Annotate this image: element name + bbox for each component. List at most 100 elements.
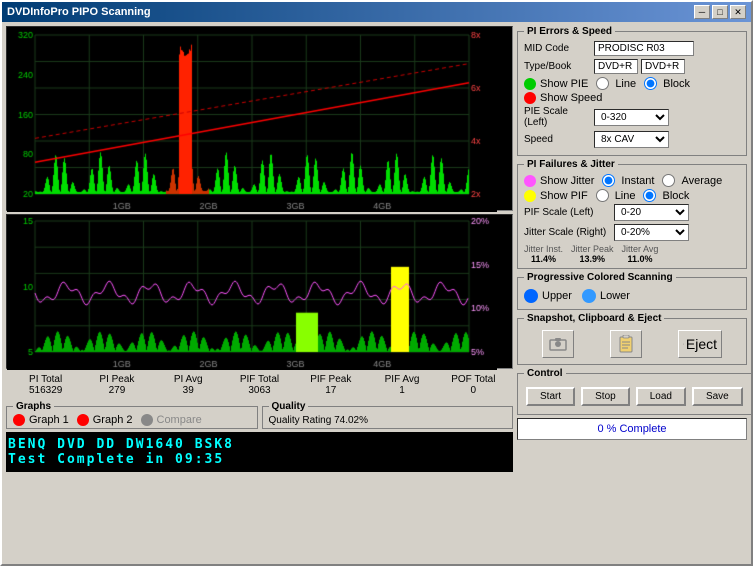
- totals-section: PI Total PI Peak PI Avg PIF Total PIF Pe…: [6, 372, 513, 398]
- graph2-label: Graph 2: [93, 414, 133, 426]
- graphs-legend: Graphs: [13, 401, 54, 412]
- jitter-peak-label: Jitter Peak: [571, 244, 614, 254]
- pif-scale-select[interactable]: 0-20: [614, 204, 689, 221]
- camera-icon: [549, 337, 567, 351]
- upper-label: Upper: [542, 290, 572, 302]
- jitter-average-label: Average: [681, 175, 722, 187]
- pi-failures-legend: PI Failures & Jitter: [524, 159, 618, 170]
- pi-failures-section: PI Failures & Jitter Show Jitter Instant…: [517, 159, 747, 269]
- lower-item: Lower: [582, 289, 630, 303]
- marquee-bar: BENQ DVD DD DW1640 BSK8 Test Complete in…: [6, 432, 513, 472]
- jitter-peak-stat: Jitter Peak 13.9%: [571, 244, 614, 264]
- total-value-5: 1: [366, 385, 437, 396]
- window-title: DVDInfoPro PIPO Scanning: [7, 6, 151, 18]
- total-label-2: PI Avg: [153, 374, 224, 385]
- show-jitter-label: Show Jitter: [540, 175, 594, 187]
- bottom-chart: [6, 214, 513, 369]
- jitter-instant-label: Instant: [621, 175, 654, 187]
- compare-label: Compare: [157, 414, 202, 426]
- pif-scale-label: PIF Scale (Left): [524, 207, 614, 218]
- jitter-average-radio[interactable]: [662, 174, 675, 187]
- pif-line-label: Line: [615, 190, 636, 202]
- bottom-chart-canvas: [7, 215, 497, 370]
- quality-rating: Quality Rating 74.02%: [269, 415, 369, 426]
- pif-line-radio[interactable]: [596, 189, 609, 202]
- total-value-3: 3063: [224, 385, 295, 396]
- total-value-1: 279: [81, 385, 152, 396]
- title-bar: DVDInfoPro PIPO Scanning ─ □ ✕: [2, 2, 751, 22]
- type-book-row: Type/Book DVD+R DVD+R: [524, 59, 740, 74]
- jitter-scale-label: Jitter Scale (Right): [524, 227, 614, 238]
- jitter-inst-stat: Jitter Inst. 11.4%: [524, 244, 563, 264]
- pie-scale-select[interactable]: 0-320: [594, 109, 669, 126]
- mid-code-value: PRODISC R03: [594, 41, 694, 56]
- speed-select[interactable]: 8x CAV: [594, 131, 669, 148]
- marquee-line2: Test Complete in 09:35: [8, 452, 511, 467]
- top-chart: [6, 26, 513, 211]
- pie-scale-row: PIE Scale (Left) 0-320: [524, 106, 740, 128]
- show-speed-row: Show Speed: [524, 92, 740, 104]
- graph2-dot: [77, 414, 89, 426]
- eject-button[interactable]: Eject: [678, 330, 722, 358]
- pie-block-radio[interactable]: [644, 77, 657, 90]
- start-button[interactable]: Start: [526, 387, 575, 406]
- total-label-4: PIF Peak: [295, 374, 366, 385]
- jitter-scale-row: Jitter Scale (Right) 0-20%: [524, 224, 740, 241]
- graph1-dot: [13, 414, 25, 426]
- snapshot-button[interactable]: [542, 330, 574, 358]
- jitter-dot: [524, 175, 536, 187]
- clipboard-button[interactable]: [610, 330, 642, 358]
- progressive-legend: Progressive Colored Scanning: [524, 272, 676, 283]
- pie-dot: [524, 78, 536, 90]
- save-button[interactable]: Save: [692, 387, 743, 406]
- jitter-stats: Jitter Inst. 11.4% Jitter Peak 13.9% Jit…: [524, 244, 740, 264]
- main-window: DVDInfoPro PIPO Scanning ─ □ ✕ PI: [0, 0, 753, 566]
- lower-dot: [582, 289, 596, 303]
- speed-dot: [524, 92, 536, 104]
- stop-button[interactable]: Stop: [581, 387, 630, 406]
- pi-errors-section: PI Errors & Speed MID Code PRODISC R03 T…: [517, 26, 747, 156]
- show-jitter-row: Show Jitter Instant Average: [524, 174, 740, 187]
- totals-values-row: 516329 279 39 3063 17 1 0: [10, 385, 509, 396]
- total-label-6: POF Total: [438, 374, 509, 385]
- graph1-label: Graph 1: [29, 414, 69, 426]
- snapshot-legend: Snapshot, Clipboard & Eject: [524, 313, 664, 324]
- control-buttons: Start Stop Load Save: [524, 383, 745, 410]
- pie-scale-label: PIE Scale (Left): [524, 106, 594, 128]
- maximize-button[interactable]: □: [712, 5, 728, 19]
- show-pif-row: Show PIF Line Block: [524, 189, 740, 202]
- clipboard-icon: [618, 335, 634, 353]
- jitter-avg-value: 11.0%: [627, 254, 652, 264]
- minimize-button[interactable]: ─: [694, 5, 710, 19]
- type1-value: DVD+R: [594, 59, 638, 74]
- show-pif-label: Show PIF: [540, 190, 588, 202]
- total-value-6: 0: [438, 385, 509, 396]
- total-label-0: PI Total: [10, 374, 81, 385]
- pif-dot: [524, 190, 536, 202]
- main-content: PI Total PI Peak PI Avg PIF Total PIF Pe…: [2, 22, 751, 564]
- mid-code-label: MID Code: [524, 43, 594, 54]
- jitter-avg-stat: Jitter Avg 11.0%: [622, 244, 659, 264]
- show-pie-label: Show PIE: [540, 78, 588, 90]
- show-speed-label: Show Speed: [540, 92, 602, 104]
- control-legend: Control: [524, 368, 566, 379]
- snapshot-section: Snapshot, Clipboard & Eject: [517, 313, 747, 365]
- pif-block-radio[interactable]: [643, 189, 656, 202]
- compare-dot: [141, 414, 153, 426]
- close-button[interactable]: ✕: [730, 5, 746, 19]
- graphs-quality-row: Graphs Graph 1 Graph 2 Compare: [6, 401, 513, 429]
- mid-code-row: MID Code PRODISC R03: [524, 41, 740, 56]
- pie-line-radio[interactable]: [596, 77, 609, 90]
- progress-bar: 0 % Complete: [517, 418, 747, 440]
- total-value-2: 39: [153, 385, 224, 396]
- jitter-instant-radio[interactable]: [602, 174, 615, 187]
- total-label-5: PIF Avg: [366, 374, 437, 385]
- top-chart-canvas: [7, 27, 497, 212]
- jitter-inst-label: Jitter Inst.: [524, 244, 563, 254]
- progress-value: 0 % Complete: [597, 423, 666, 435]
- pie-line-label: Line: [615, 78, 636, 90]
- type-book-label: Type/Book: [524, 61, 594, 72]
- jitter-scale-select[interactable]: 0-20%: [614, 224, 689, 241]
- snapshot-row: Eject: [524, 328, 740, 360]
- load-button[interactable]: Load: [636, 387, 686, 406]
